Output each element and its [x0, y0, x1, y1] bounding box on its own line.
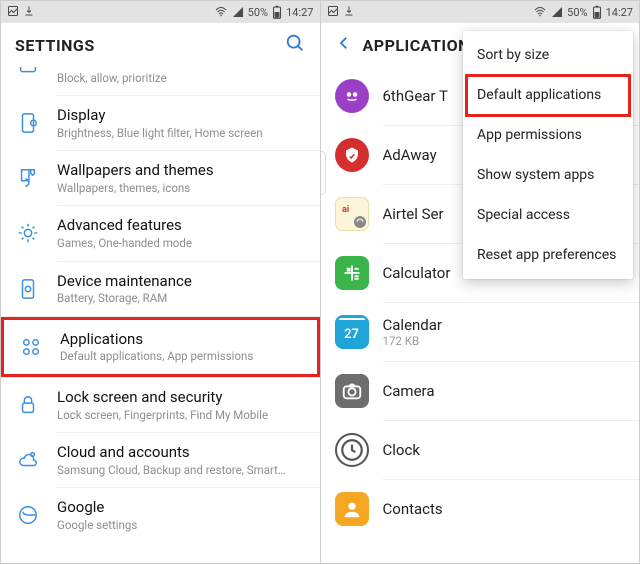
settings-row-cloud[interactable]: Cloud and accounts Samsung Cloud, Backup… [1, 433, 320, 487]
row-sub: Battery, Storage, RAM [57, 291, 306, 305]
menu-item[interactable]: Default applications [463, 75, 633, 115]
settings-header: SETTINGS [1, 23, 320, 67]
app-label: Clock [383, 441, 626, 459]
app-icon-camera [335, 374, 369, 408]
settings-row-google[interactable]: Google Google settings [1, 488, 320, 542]
apps-icon [16, 336, 46, 358]
applications-pane: 50% 14:27 APPLICATIONS 6thGear T AdAway … [321, 1, 640, 563]
maintenance-icon [13, 278, 43, 300]
row-label: Display [57, 106, 306, 125]
settings-row-display[interactable]: Display Brightness, Blue light filter, H… [1, 96, 320, 150]
advanced-icon [13, 222, 43, 244]
clock-text: 14:27 [286, 6, 313, 19]
menu-item[interactable]: Sort by size [463, 35, 633, 75]
settings-row-maintenance[interactable]: Device maintenance Battery, Storage, RAM [1, 262, 320, 316]
battery-icon [592, 5, 602, 19]
row-sub: Brightness, Blue light filter, Home scre… [57, 126, 306, 140]
app-label: Contacts [383, 500, 626, 518]
settings-row-apps[interactable]: Applications Default applications, App p… [1, 317, 320, 377]
app-row-clock[interactable]: Clock [321, 421, 640, 479]
search-icon[interactable] [284, 32, 306, 58]
image-icon [327, 5, 339, 20]
menu-item[interactable]: Reset app preferences [463, 235, 633, 275]
app-sub: 172 KB [383, 334, 626, 348]
row-sub: Wallpapers, themes, icons [57, 181, 306, 195]
wifi-icon [214, 6, 228, 18]
app-icon-contacts [335, 492, 369, 526]
app-icon-adaway [335, 138, 369, 172]
row-sub: Block, allow, prioritize [57, 71, 306, 85]
status-bar: 50% 14:27 [1, 1, 320, 23]
lock-icon [13, 394, 43, 416]
row-label: Advanced features [57, 216, 306, 235]
wallpaper-icon [13, 167, 43, 189]
row-label: Notifications [57, 67, 306, 70]
menu-item[interactable]: App permissions [463, 115, 633, 155]
row-sub: Samsung Cloud, Backup and restore, Smart… [57, 463, 306, 477]
signal-icon [551, 6, 563, 18]
row-label: Device maintenance [57, 272, 306, 291]
battery-icon [272, 5, 282, 19]
app-icon-6thgear [335, 79, 369, 113]
page-title: SETTINGS [15, 36, 274, 55]
settings-list[interactable]: Notifications Block, allow, prioritize D… [1, 67, 320, 563]
download-icon [23, 5, 35, 20]
settings-row-advanced[interactable]: Advanced features Games, One-handed mode [1, 206, 320, 260]
wifi-icon [533, 6, 547, 18]
row-sub: Lock screen, Fingerprints, Find My Mobil… [57, 408, 306, 422]
row-label: Wallpapers and themes [57, 161, 306, 180]
settings-row-wallpaper[interactable]: Wallpapers and themes Wallpapers, themes… [1, 151, 320, 205]
row-label: Applications [60, 330, 303, 349]
overflow-menu: Sort by sizeDefault applicationsApp perm… [463, 31, 633, 279]
row-label: Google [57, 498, 306, 517]
app-icon-calculator [335, 256, 369, 290]
back-icon[interactable] [335, 34, 353, 56]
app-row-calendar[interactable]: 27 Calendar 172 KB [321, 303, 640, 361]
scroll-handle[interactable] [321, 151, 326, 195]
settings-pane: 50% 14:27 SETTINGS Notifications Block, … [1, 1, 320, 563]
cloud-icon [13, 449, 43, 471]
row-sub: Default applications, App permissions [60, 349, 303, 363]
clock-text: 14:27 [606, 6, 633, 19]
notifications-icon [13, 67, 43, 79]
row-sub: Games, One-handed mode [57, 236, 306, 250]
google-icon [13, 504, 43, 526]
signal-icon [232, 6, 244, 18]
row-sub: Google settings [57, 518, 306, 532]
battery-text: 50% [567, 6, 587, 19]
download-icon [343, 5, 355, 20]
settings-row-lock[interactable]: Lock screen and security Lock screen, Fi… [1, 378, 320, 432]
battery-text: 50% [248, 6, 268, 19]
settings-row-notifications[interactable]: Notifications Block, allow, prioritize [1, 67, 320, 95]
app-label: Calendar [383, 316, 626, 334]
app-row-contacts[interactable]: Contacts [321, 480, 640, 538]
display-icon [13, 112, 43, 134]
row-label: Cloud and accounts [57, 443, 306, 462]
image-icon [7, 5, 19, 20]
app-icon-airtel: ai [335, 197, 369, 231]
status-bar: 50% 14:27 [321, 1, 640, 23]
app-label: Camera [383, 382, 626, 400]
app-icon-clock [335, 433, 369, 467]
app-icon-calendar: 27 [335, 315, 369, 349]
row-label: Lock screen and security [57, 388, 306, 407]
svg-text:ai: ai [342, 205, 349, 215]
menu-item[interactable]: Show system apps [463, 155, 633, 195]
menu-item[interactable]: Special access [463, 195, 633, 235]
app-row-camera[interactable]: Camera [321, 362, 640, 420]
